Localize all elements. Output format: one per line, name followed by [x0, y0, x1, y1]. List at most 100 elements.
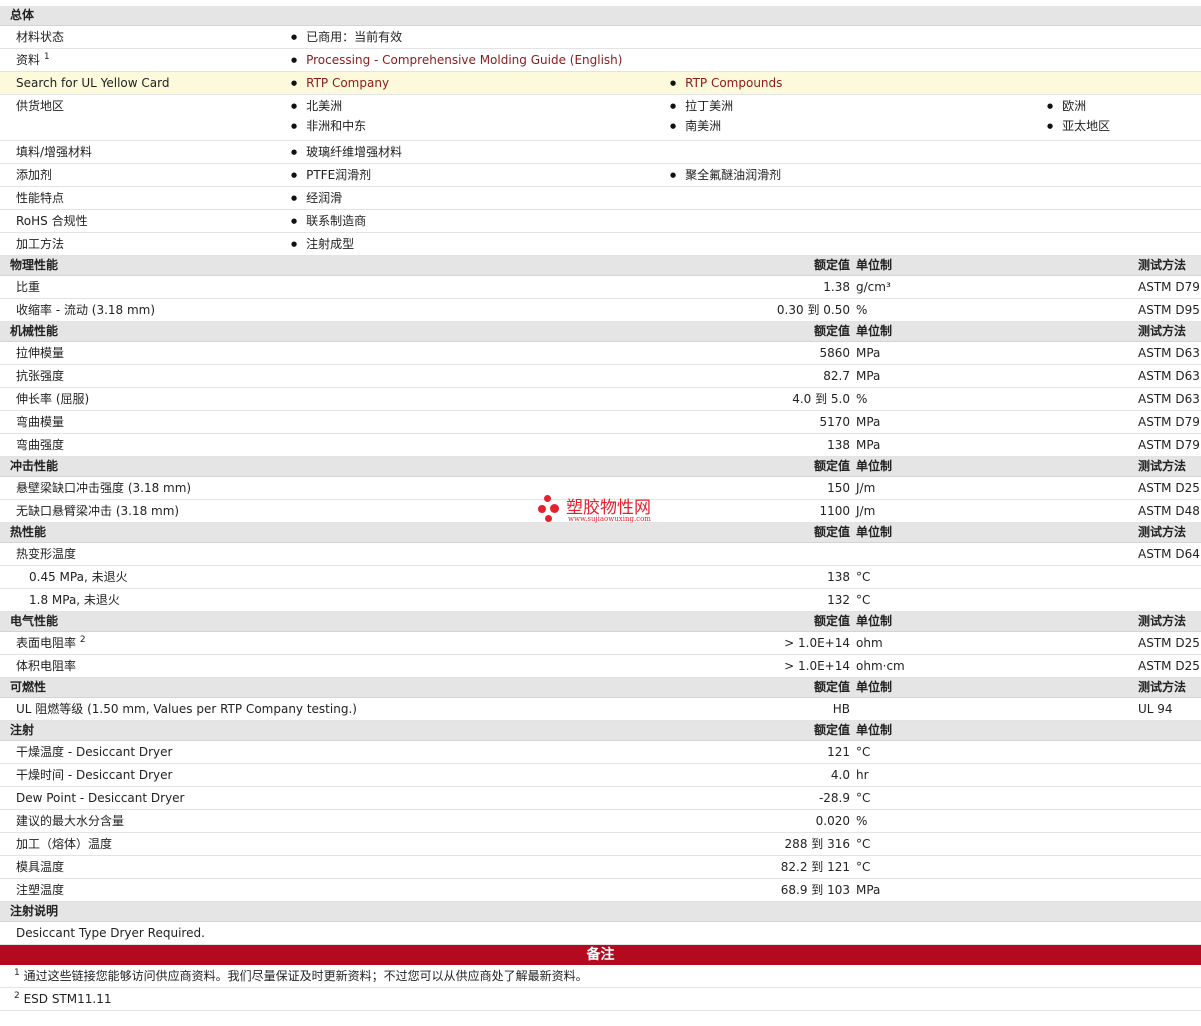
property-row: 注塑温度 68.9 到 103 MPa — [0, 879, 1201, 902]
col-header-test: 测试方法 — [1138, 459, 1187, 473]
logo-dot-icon — [544, 495, 551, 502]
property-unit: MPa — [856, 369, 881, 383]
row-item: 注射成型 — [291, 233, 354, 257]
property-unit: % — [856, 303, 868, 317]
property-unit: J/m — [856, 504, 876, 518]
note-row: 1 通过这些链接您能够访问供应商资料。我们尽量保证及时更新资料；不过您可以从供应… — [0, 965, 1201, 988]
row-availability: 供货地区 北美洲 拉丁美洲 欧洲 非洲和中东 南美洲 亚太地区 — [0, 95, 1201, 141]
property-value: 121 — [827, 745, 850, 759]
section-general-header: 总体 — [0, 6, 1201, 26]
property-label: 伸长率 (屈服) — [16, 392, 90, 406]
section-injection-notes-header: 注射说明 — [0, 902, 1201, 922]
property-value: 5170 — [819, 415, 850, 429]
property-row: 弯曲强度 138 MPa ASTM D79 — [0, 434, 1201, 457]
property-row: 干燥时间 - Desiccant Dryer 4.0 hr — [0, 764, 1201, 787]
property-unit: % — [856, 814, 868, 828]
col-header-value: 额定值 — [813, 459, 850, 473]
note-row: 2 ESD STM11.11 — [0, 988, 1201, 1011]
row-rohs: RoHS 合规性 联系制造商 — [0, 210, 1201, 233]
row-label: 资料 1 — [16, 52, 50, 67]
section-injection-header: 注射 额定值 单位制 — [0, 721, 1201, 741]
note-text: 1 通过这些链接您能够访问供应商资料。我们尽量保证及时更新资料；不过您可以从供应… — [14, 968, 588, 983]
property-label: 干燥温度 - Desiccant Dryer — [16, 745, 173, 759]
property-unit: hr — [856, 768, 869, 782]
property-label: 注塑温度 — [16, 883, 65, 897]
property-value: 138 — [827, 570, 850, 584]
property-value: 132 — [827, 593, 850, 607]
row-features: 性能特点 经润滑 — [0, 187, 1201, 210]
region-item: 亚太地区 — [1047, 115, 1110, 139]
property-unit: °C — [856, 570, 871, 584]
property-value: 82.2 到 121 — [780, 860, 850, 874]
property-label: 抗张强度 — [16, 369, 65, 383]
section-title: 可燃性 — [10, 680, 47, 694]
property-value: 0.020 — [815, 814, 850, 828]
property-label: Dew Point - Desiccant Dryer — [16, 791, 185, 805]
row-label: 材料状态 — [16, 30, 65, 44]
property-test: ASTM D25 — [1138, 636, 1200, 650]
col-header-test: 测试方法 — [1138, 680, 1187, 694]
property-label: 悬壁梁缺口冲击强度 (3.18 mm) — [16, 481, 192, 495]
col-header-value: 额定值 — [813, 680, 850, 694]
row-label: Search for UL Yellow Card — [16, 76, 170, 90]
property-label: 加工（熔体）温度 — [16, 837, 113, 851]
property-test: ASTM D79 — [1138, 280, 1200, 294]
property-unit: MPa — [856, 346, 881, 360]
row-label: 加工方法 — [16, 237, 65, 251]
row-additives: 添加剂 PTFE润滑剂 聚全氟醚油润滑剂 — [0, 164, 1201, 187]
row-documents: 资料 1 Processing - Comprehensive Molding … — [0, 49, 1201, 72]
col-header-test: 测试方法 — [1138, 614, 1187, 628]
property-unit: g/cm³ — [856, 280, 891, 294]
rtp-compounds-link[interactable]: RTP Compounds — [670, 72, 782, 96]
property-test: ASTM D95 — [1138, 303, 1200, 317]
section-flammability-header: 可燃性 额定值 单位制 测试方法 — [0, 678, 1201, 698]
property-test: ASTM D79 — [1138, 415, 1200, 429]
property-value: HB — [832, 702, 850, 716]
molding-guide-link[interactable]: Processing - Comprehensive Molding Guide… — [291, 49, 622, 73]
property-test: ASTM D63 — [1138, 346, 1200, 360]
section-electrical-header: 电气性能 额定值 单位制 测试方法 — [0, 612, 1201, 632]
col-header-value: 额定值 — [813, 525, 850, 539]
col-header-value: 额定值 — [813, 723, 850, 737]
row-item: 经润滑 — [291, 187, 342, 211]
section-title: 电气性能 — [10, 614, 59, 628]
property-test: ASTM D25 — [1138, 481, 1200, 495]
row-label: RoHS 合规性 — [16, 214, 88, 228]
col-header-unit: 单位制 — [856, 324, 893, 338]
property-row: 比重 1.38 g/cm³ ASTM D79 — [0, 276, 1201, 299]
property-test: ASTM D48 — [1138, 504, 1200, 518]
property-value: 68.9 到 103 — [780, 883, 850, 897]
property-value: > 1.0E+14 — [784, 636, 850, 650]
injection-note-text: Desiccant Type Dryer Required. — [16, 926, 205, 940]
property-unit: MPa — [856, 883, 881, 897]
property-test: ASTM D63 — [1138, 392, 1200, 406]
property-label: 弯曲强度 — [16, 438, 65, 452]
row-ul-yellow-card: Search for UL Yellow Card RTP Company RT… — [0, 72, 1201, 95]
property-subrow: 1.8 MPa, 未退火 132 °C — [0, 589, 1201, 612]
property-unit: °C — [856, 593, 871, 607]
property-row: 加工（熔体）温度 288 到 316 °C — [0, 833, 1201, 856]
property-row: UL 阻燃等级 (1.50 mm, Values per RTP Company… — [0, 698, 1201, 721]
col-header-unit: 单位制 — [856, 258, 893, 272]
property-unit: % — [856, 392, 868, 406]
property-row: 收缩率 - 流动 (3.18 mm) 0.30 到 0.50 % ASTM D9… — [0, 299, 1201, 322]
property-value: 138 — [827, 438, 850, 452]
property-value: > 1.0E+14 — [784, 659, 850, 673]
col-header-value: 额定值 — [813, 258, 850, 272]
injection-note-row: Desiccant Type Dryer Required. — [0, 922, 1201, 945]
property-row: 弯曲模量 5170 MPa ASTM D79 — [0, 411, 1201, 434]
property-label: 建议的最大水分含量 — [16, 814, 125, 828]
property-row: Dew Point - Desiccant Dryer -28.9 °C — [0, 787, 1201, 810]
row-item: PTFE润滑剂 — [291, 164, 371, 188]
property-value: 4.0 到 5.0 — [792, 392, 850, 406]
logo-dot-icon — [550, 504, 559, 513]
property-row: 干燥温度 - Desiccant Dryer 121 °C — [0, 741, 1201, 764]
section-title: 注射说明 — [10, 904, 59, 918]
property-row: 模具温度 82.2 到 121 °C — [0, 856, 1201, 879]
rtp-company-link[interactable]: RTP Company — [291, 72, 389, 96]
logo-dot-icon — [538, 505, 546, 513]
region-item: 南美洲 — [670, 115, 721, 139]
property-unit: ohm — [856, 636, 883, 650]
property-label: 1.8 MPa, 未退火 — [29, 593, 120, 607]
property-value: -28.9 — [818, 791, 850, 805]
